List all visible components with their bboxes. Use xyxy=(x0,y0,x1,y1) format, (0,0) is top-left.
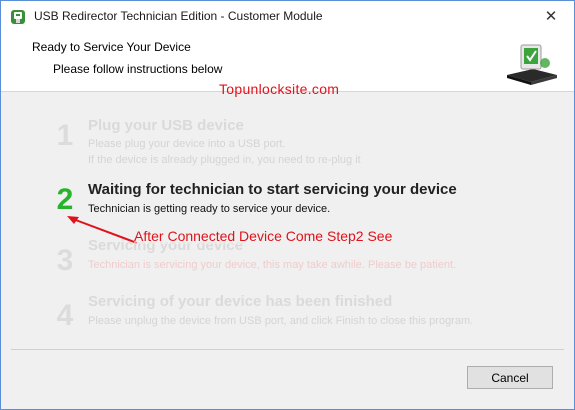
step-desc-line: Technician is servicing your device, thi… xyxy=(88,259,457,271)
header-subtitle: Please follow instructions below xyxy=(53,62,223,76)
step-desc-line: Please unplug the device from USB port, … xyxy=(88,315,474,327)
step-number: 2 xyxy=(56,183,74,216)
wizard-header: Ready to Service Your Device Please foll… xyxy=(1,33,574,97)
annotation-arrow-icon xyxy=(67,216,138,244)
app-icon xyxy=(11,10,25,24)
app-window: USB Redirector Technician Edition - Cust… xyxy=(0,0,575,410)
footer-divider xyxy=(11,349,564,350)
annotation-text: After Connected Device Come Step2 See xyxy=(134,228,393,244)
step-number: 3 xyxy=(56,244,74,277)
step-title: Servicing of your device has been finish… xyxy=(88,293,393,310)
close-icon: ✕ xyxy=(544,8,558,25)
title-bar: USB Redirector Technician Edition - Cust… xyxy=(1,1,574,33)
step-title: Plug your USB device xyxy=(88,117,244,134)
window-title: USB Redirector Technician Edition - Cust… xyxy=(34,9,323,23)
step-number: 1 xyxy=(56,119,74,152)
close-button[interactable]: ✕ xyxy=(528,1,574,33)
usb-device-logo-icon xyxy=(507,44,557,85)
step-desc-line: If the device is already plugged in, you… xyxy=(88,154,361,166)
step-desc-line: Please plug your device into a USB port. xyxy=(88,138,286,150)
header-title: Ready to Service Your Device xyxy=(32,40,191,54)
step-title: Waiting for technician to start servicin… xyxy=(88,181,457,198)
watermark-text: Topunlocksite.com xyxy=(219,81,340,97)
step-number: 4 xyxy=(56,299,74,332)
cancel-button[interactable]: Cancel xyxy=(467,366,553,389)
